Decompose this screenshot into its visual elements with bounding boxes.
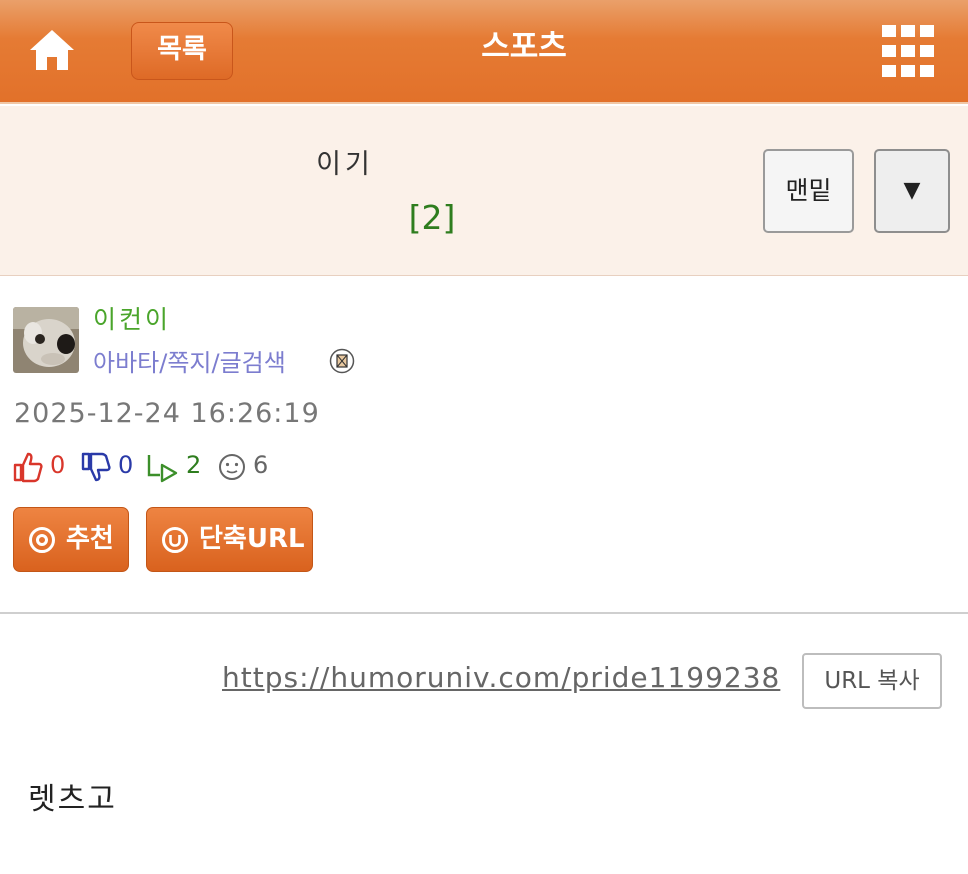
avatar[interactable] (13, 307, 79, 373)
reply-arrow-icon (147, 455, 178, 483)
grid-menu-icon[interactable] (882, 25, 934, 77)
post-title-area: 이기 [2] 맨밑 ▼ (0, 106, 968, 276)
comment-count[interactable]: [2] (402, 198, 462, 237)
divider (0, 612, 968, 614)
home-icon (30, 30, 74, 70)
like-count: 0 (50, 451, 66, 479)
thumbs-down-icon (81, 452, 111, 482)
link-icon (162, 527, 188, 553)
recommend-button[interactable]: 추천 (13, 507, 129, 572)
comment-stat[interactable]: 2 (146, 449, 210, 483)
view-count: 6 (253, 451, 269, 479)
author-name[interactable]: 이컨이 (93, 300, 171, 336)
top-bar: 목록 스포츠 (0, 0, 968, 104)
short-url-label: 단축URL (199, 524, 305, 554)
list-button[interactable]: 목록 (131, 22, 233, 80)
post-body: 렛츠고 (28, 782, 117, 817)
dislike-stat[interactable]: 0 (80, 449, 140, 483)
thumbs-up-icon (13, 452, 43, 483)
member-badge-icon (329, 348, 355, 374)
target-icon (29, 527, 55, 553)
comment-stat-count: 2 (186, 451, 202, 479)
post-url-link[interactable]: https://humoruniv.com/pride1199238 (222, 661, 780, 694)
view-stat: 6 (217, 449, 281, 483)
post-datetime: 2025-12-24 16:26:19 (14, 398, 320, 429)
scroll-bottom-button[interactable]: 맨밑 (763, 149, 854, 233)
board-title: 스포츠 (481, 29, 567, 65)
copy-url-button[interactable]: URL 복사 (802, 653, 942, 709)
dropdown-button[interactable]: ▼ (874, 149, 950, 233)
short-url-button[interactable]: 단축URL (146, 507, 313, 572)
author-links[interactable]: 아바타/쪽지/글검색 (93, 343, 286, 378)
like-stat[interactable]: 0 (12, 449, 72, 483)
home-button[interactable] (26, 26, 78, 74)
smiley-icon (219, 454, 245, 480)
recommend-label: 추천 (66, 524, 114, 554)
dislike-count: 0 (118, 451, 134, 479)
post-title: 이기 (316, 149, 374, 180)
